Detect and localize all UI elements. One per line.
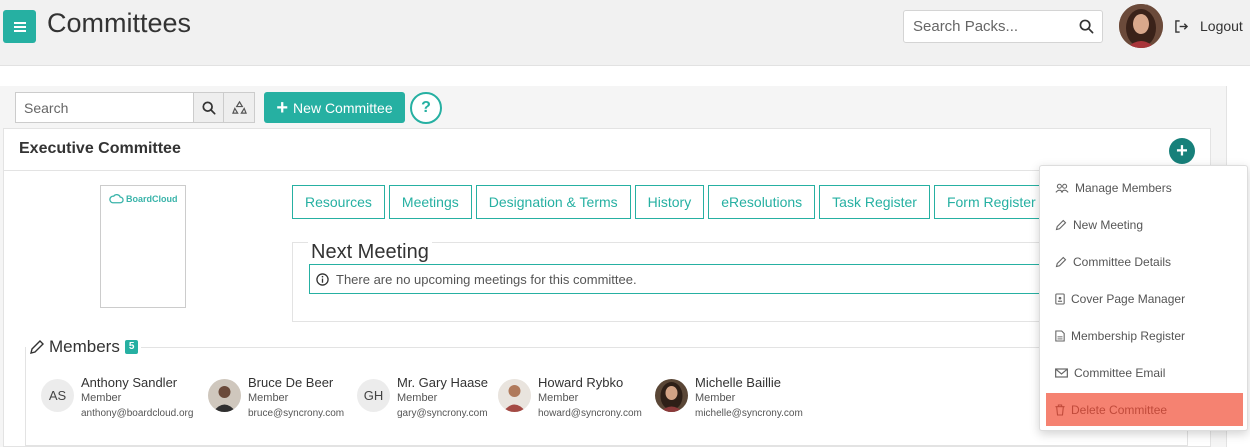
logout-label: Logout — [1200, 18, 1243, 34]
user-avatar[interactable] — [1119, 4, 1163, 48]
recycle-button[interactable] — [224, 92, 255, 123]
committee-panel-header: Executive Committee + — [4, 129, 1210, 171]
search-packs-box — [903, 10, 1103, 43]
envelope-icon — [1055, 367, 1068, 378]
avatar — [208, 379, 241, 412]
search-icon — [201, 100, 216, 115]
search-icon[interactable] — [1079, 19, 1094, 39]
tab-form-register[interactable]: Form Register — [933, 185, 1049, 219]
menu-item-label: Committee Details — [1073, 254, 1172, 269]
pencil-icon — [1055, 219, 1067, 230]
member-role: Member — [397, 392, 438, 404]
member-role: Member — [695, 392, 736, 404]
sign-out-icon — [1175, 19, 1189, 33]
avatar: GH — [357, 379, 390, 412]
member-role: Member — [81, 392, 122, 404]
member-item[interactable]: Michelle Baillie Member michelle@syncron… — [655, 375, 803, 421]
avatar — [498, 379, 531, 412]
committee-actions-menu: Manage Members New Meeting Committee Det… — [1039, 165, 1248, 431]
trash-icon — [1055, 404, 1065, 416]
logo-text: BoardCloud — [126, 194, 178, 204]
pencil-icon — [1055, 256, 1067, 267]
tab-task-register[interactable]: Task Register — [819, 185, 930, 219]
menu-item-delete-committee[interactable]: Delete Committee — [1046, 393, 1243, 426]
menu-item-label: Committee Email — [1074, 365, 1166, 380]
committee-search-input[interactable] — [16, 93, 193, 122]
member-email: anthony@boardcloud.org — [81, 408, 194, 419]
tab-designation-terms[interactable]: Designation & Terms — [475, 185, 631, 219]
menu-toggle-button[interactable] — [3, 10, 36, 43]
menu-item-label: New Meeting — [1073, 217, 1144, 232]
tab-history[interactable]: History — [634, 185, 705, 219]
next-meeting-title: Next Meeting — [308, 241, 432, 264]
committee-logo-card[interactable]: BoardCloud — [100, 185, 186, 308]
page-title: Committees — [47, 8, 192, 38]
members-count-badge: 5 — [124, 340, 139, 354]
committee-actions-button[interactable]: + — [1169, 138, 1195, 164]
users-icon — [1055, 183, 1069, 193]
member-name: Howard Rybko — [538, 375, 624, 390]
search-button[interactable] — [193, 92, 224, 123]
next-meeting-alert: There are no upcoming meetings for this … — [309, 264, 1053, 294]
menu-item-label: Delete Committee — [1071, 402, 1168, 417]
next-meeting-section: Next Meeting There are no upcoming meeti… — [292, 241, 1053, 322]
avatar: AS — [41, 379, 74, 412]
plus-icon: + — [1176, 140, 1188, 162]
member-role: Member — [538, 392, 579, 404]
document-icon — [1055, 329, 1065, 342]
tab-meetings[interactable]: Meetings — [388, 185, 472, 219]
tab-eresolutions[interactable]: eResolutions — [708, 185, 816, 219]
member-email: bruce@syncrony.com — [248, 408, 345, 419]
logout-button[interactable]: Logout — [1174, 18, 1243, 34]
cloud-icon — [109, 194, 124, 204]
avatar — [655, 379, 688, 412]
member-item[interactable]: Howard Rybko Member howard@syncrony.com — [498, 375, 642, 421]
member-name: Anthony Sandler — [81, 375, 178, 390]
menu-item-new-meeting[interactable]: New Meeting — [1046, 208, 1243, 241]
committee-tabs: Resources Meetings Designation & Terms H… — [292, 185, 1053, 219]
id-card-icon — [1055, 292, 1065, 305]
hamburger-icon — [13, 21, 26, 32]
menu-item-label: Manage Members — [1075, 180, 1172, 195]
member-role: Member — [248, 392, 289, 404]
menu-item-label: Cover Page Manager — [1071, 291, 1186, 306]
new-committee-button[interactable]: + New Committee — [264, 92, 405, 123]
member-email: howard@syncrony.com — [538, 408, 642, 419]
member-email: michelle@syncrony.com — [695, 408, 803, 419]
member-item[interactable]: Bruce De Beer Member bruce@syncrony.com — [208, 375, 344, 421]
menu-item-committee-details[interactable]: Committee Details — [1046, 245, 1243, 278]
menu-item-committee-email[interactable]: Committee Email — [1046, 356, 1243, 389]
menu-item-manage-members[interactable]: Manage Members — [1046, 171, 1243, 204]
member-name: Mr. Gary Haase — [397, 375, 489, 390]
info-icon — [316, 272, 329, 286]
member-item[interactable]: AS Anthony Sandler Member anthony@boardc… — [41, 375, 193, 421]
next-meeting-message: There are no upcoming meetings for this … — [336, 271, 637, 287]
search-packs-input[interactable] — [904, 11, 1072, 42]
menu-item-membership-register[interactable]: Membership Register — [1046, 319, 1243, 352]
member-item[interactable]: GH Mr. Gary Haase Member gary@syncrony.c… — [357, 375, 488, 421]
new-committee-label: New Committee — [293, 99, 393, 116]
member-name: Michelle Baillie — [695, 375, 781, 390]
committee-title: Executive Committee — [19, 140, 181, 157]
tab-resources[interactable]: Resources — [292, 185, 385, 219]
pencil-icon[interactable] — [29, 339, 45, 355]
search-box — [15, 92, 193, 123]
help-button[interactable]: ? — [410, 91, 442, 124]
plus-icon: + — [276, 96, 289, 119]
member-name: Bruce De Beer — [248, 375, 334, 390]
recycle-icon — [231, 100, 247, 114]
members-label: Members — [49, 337, 120, 356]
top-header: Committees Logout — [0, 0, 1250, 66]
member-email: gary@syncrony.com — [397, 408, 488, 419]
committee-toolbar: + New Committee ? — [15, 91, 442, 124]
menu-item-label: Membership Register — [1071, 328, 1186, 343]
committee-panel: Executive Committee + BoardCloud Resourc… — [3, 128, 1211, 447]
boardcloud-logo: BoardCloud — [109, 194, 178, 204]
menu-item-cover-page-manager[interactable]: Cover Page Manager — [1046, 282, 1243, 315]
members-title: Members 5 — [26, 337, 142, 357]
